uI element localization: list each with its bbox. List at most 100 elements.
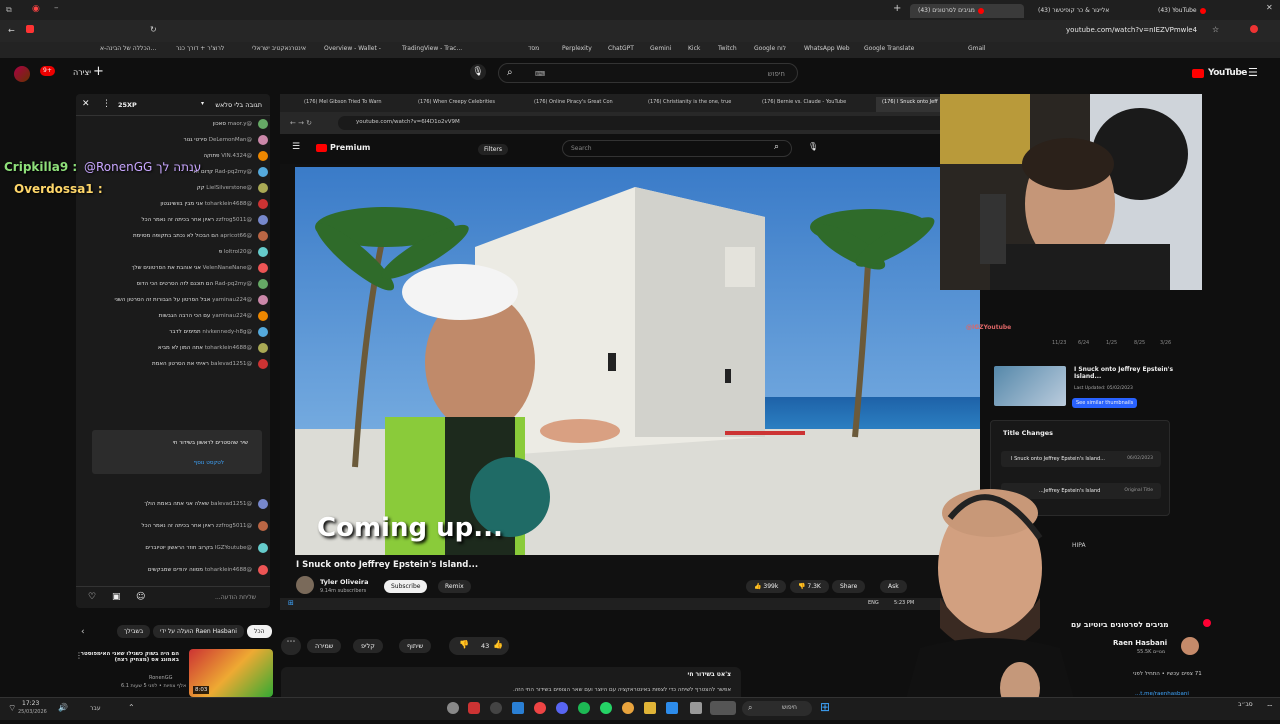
chat-avatar[interactable] xyxy=(258,263,268,273)
clip-button[interactable]: קליפ xyxy=(353,639,383,653)
chat-avatar[interactable] xyxy=(258,343,268,353)
tab-youtube[interactable]: (43) YouTube xyxy=(1150,4,1260,18)
wifi-icon[interactable]: ⌔ xyxy=(8,703,16,714)
bookmark-ai[interactable]: הכללה של הבינה-א... xyxy=(100,45,156,52)
tab-reactions[interactable]: מגיבים לסרטונים (43) xyxy=(910,4,1024,18)
bookmark-misc[interactable]: מסד xyxy=(528,45,539,52)
chat-username[interactable]: @DeLemonMan xyxy=(209,137,252,143)
mic-icon[interactable]: 🎙 xyxy=(470,64,486,80)
plus-icon[interactable]: + xyxy=(93,64,104,79)
os-clock[interactable]: 17:23 xyxy=(22,700,39,707)
bookmark-news[interactable]: אינטרנאקטיב ישראלי xyxy=(252,45,306,52)
taskbar-app-icon[interactable] xyxy=(578,702,590,714)
notification-badge[interactable]: 9+ xyxy=(40,66,55,76)
more-actions-button[interactable]: ⋯ xyxy=(281,637,301,655)
chat-username[interactable]: @yaminau224 xyxy=(212,297,252,303)
chat-username[interactable]: @zzfrog5011 xyxy=(216,523,252,529)
taskbar-app-icon[interactable] xyxy=(644,702,656,714)
save-button[interactable]: שמירה xyxy=(307,639,342,653)
chip-uploader[interactable]: הועלה על ידי Raen Hasbani xyxy=(153,625,244,638)
bookmark-tradingview[interactable]: TradingView - Trac... xyxy=(402,45,462,52)
chat-username[interactable]: @yaminau224 xyxy=(212,313,252,319)
weather-label[interactable]: עבר xyxy=(90,705,101,712)
start-icon[interactable]: ⊞ xyxy=(820,700,830,714)
chat-username[interactable]: @maor.y xyxy=(228,121,252,127)
taskbar-app-icon[interactable] xyxy=(468,702,480,714)
chat-username[interactable]: @toharklein4688 xyxy=(205,567,252,573)
bookmark-translate[interactable]: Google Translate xyxy=(864,45,914,52)
browser-logo-icon[interactable]: ◉ xyxy=(32,4,40,14)
chat-username[interactable]: @toharklein4688 xyxy=(205,345,252,351)
taskbar-app-icon[interactable] xyxy=(534,702,546,714)
bookmark-gemini[interactable]: Gemini xyxy=(650,45,671,52)
profile-avatar[interactable] xyxy=(1250,25,1258,33)
chip-all[interactable]: הכל xyxy=(247,625,272,638)
share-button[interactable]: שיתוף xyxy=(399,639,432,653)
taskbar-app-icon[interactable] xyxy=(666,702,678,714)
chat-input[interactable]: ...שליחת הודעה xyxy=(215,594,256,601)
chat-avatar[interactable] xyxy=(258,215,268,225)
more-icon[interactable]: ⋮ xyxy=(102,99,111,109)
chevron-down-icon[interactable]: ▾ xyxy=(201,100,204,107)
chat-avatar[interactable] xyxy=(258,295,268,305)
chat-avatar[interactable] xyxy=(258,199,268,209)
chat-avatar[interactable] xyxy=(258,327,268,337)
chat-avatar[interactable] xyxy=(258,499,268,509)
rec-thumbnail[interactable]: 8:03 xyxy=(189,649,273,697)
bookmark-perplexity[interactable]: Perplexity xyxy=(562,45,592,52)
chat-mode-select[interactable]: תגובה בלי סלאש xyxy=(215,101,262,109)
pinned-link[interactable]: לטקסט נוסף xyxy=(194,460,224,466)
channel-avatar[interactable] xyxy=(1181,637,1199,655)
keyboard-icon[interactable]: ⌨ xyxy=(535,70,545,78)
chat-avatar[interactable] xyxy=(258,543,268,553)
chat-avatar[interactable] xyxy=(258,231,268,241)
chat-avatar[interactable] xyxy=(258,565,268,575)
chat-username[interactable]: @nivkennedy-h8g xyxy=(202,329,252,335)
youtube-logo[interactable]: YouTube xyxy=(1208,68,1247,78)
taskbar-app-icon[interactable] xyxy=(622,702,634,714)
taskbar-app-icon[interactable] xyxy=(710,701,736,715)
tab-stream[interactable]: אלייגור & כר קופיטשר (43) xyxy=(1030,4,1148,18)
channel-name[interactable]: Raen Hasbani xyxy=(1113,639,1167,647)
rec-title[interactable]: הם היה בשוק כשגילו שאני האימפוסטר באמונג… xyxy=(69,651,179,663)
volume-icon[interactable]: 🔊 xyxy=(58,703,68,712)
bookmark-gmail[interactable]: Gmail xyxy=(968,45,986,52)
chat-username[interactable]: @LielSilverstone xyxy=(206,185,252,191)
video-player[interactable]: Coming up... xyxy=(295,167,980,555)
os-date[interactable]: 25/03/2026 xyxy=(18,709,47,715)
bookmark-chatgpt[interactable]: ChatGPT xyxy=(608,45,634,52)
close-icon[interactable]: ✕ xyxy=(82,99,90,109)
chat-username[interactable]: @toharklein4688 xyxy=(205,201,252,207)
bookmark-calendar[interactable]: Google לוח xyxy=(754,45,786,52)
bookmark-guide[interactable]: לרוצ'ר + דורך כנר xyxy=(176,45,224,52)
url-field[interactable]: youtube.com/watch?v=nIEZVPmwle4 xyxy=(1066,26,1197,34)
emoji-icon[interactable]: ☺ xyxy=(136,592,145,602)
chat-avatar[interactable] xyxy=(258,521,268,531)
youtube-logo-icon[interactable] xyxy=(1192,69,1204,78)
chat-avatar[interactable] xyxy=(258,167,268,177)
chat-username[interactable]: @zzfrog5011 xyxy=(216,217,252,223)
chat-avatar[interactable] xyxy=(258,119,268,129)
wifi-icon[interactable]: ⌔ xyxy=(1266,703,1274,713)
bookmark-whatsapp[interactable]: WhatsApp Web xyxy=(804,45,850,52)
star-icon[interactable]: ☆ xyxy=(1212,25,1219,34)
rec-channel[interactable]: RonenGG xyxy=(149,675,172,681)
bookmark-twitch[interactable]: Twitch xyxy=(718,45,737,52)
chevron-left-icon[interactable]: ‹ xyxy=(81,627,85,637)
dislike-icon[interactable]: 👎 xyxy=(459,640,469,649)
bookmark-kick[interactable]: Kick xyxy=(688,45,700,52)
new-tab-icon[interactable]: + xyxy=(893,3,901,14)
taskbar-search[interactable]: חיפוש ⌕ xyxy=(742,701,812,716)
chat-username[interactable]: @balevad1251 xyxy=(211,361,252,367)
chat-avatar[interactable] xyxy=(258,183,268,193)
chat-avatar[interactable] xyxy=(258,311,268,321)
window-menu-icon[interactable]: ⧉ xyxy=(6,5,12,15)
chat-username[interactable]: @Rad-pq2my xyxy=(215,281,252,287)
chat-username[interactable]: @VelenNaneNane xyxy=(203,265,252,271)
extension-icon[interactable] xyxy=(26,25,34,33)
back-icon[interactable]: ← xyxy=(8,26,15,35)
taskbar-app-icon[interactable] xyxy=(447,702,459,714)
chat-username[interactable]: @4324.VIN xyxy=(221,153,252,159)
taskbar-app-icon[interactable] xyxy=(600,702,612,714)
menu-icon[interactable]: ☰ xyxy=(1248,66,1258,79)
